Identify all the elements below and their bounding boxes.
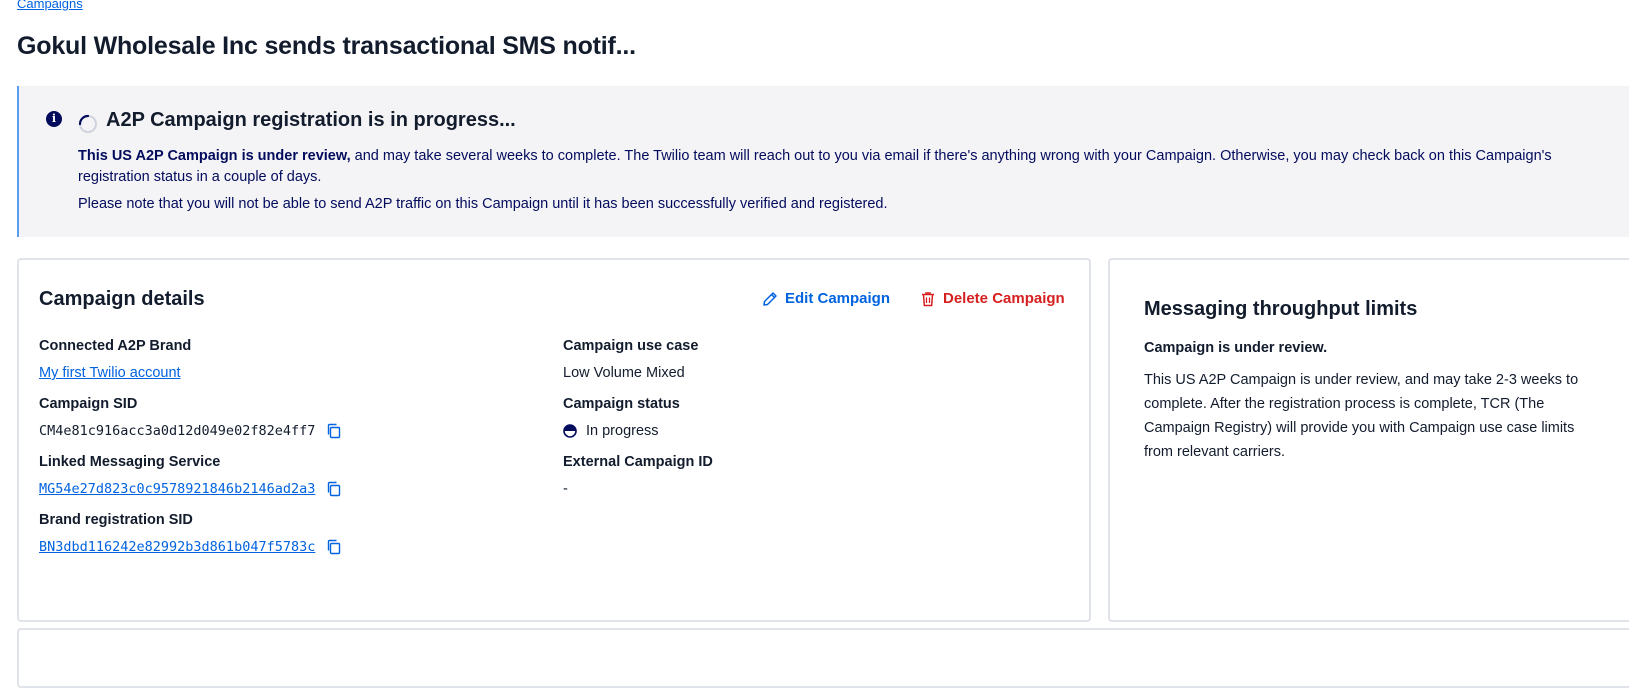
connected-brand-value: My first Twilio account	[39, 365, 181, 381]
campaign-sid-label: Campaign SID	[39, 396, 138, 412]
delete-campaign-label: Delete Campaign	[943, 290, 1065, 307]
delete-campaign-button[interactable]: Delete Campaign	[920, 290, 1065, 307]
brand-registration-sid-label: Brand registration SID	[39, 512, 193, 528]
messaging-service-value: MG54e27d823c0c9578921846b2146ad2a3	[39, 481, 342, 497]
registration-progress-callout: i A2P Campaign registration is in progre…	[17, 86, 1629, 237]
throughput-limits-text: This US A2P Campaign is under review, an…	[1144, 372, 1579, 460]
callout-note: Please note that you will not be able to…	[78, 196, 888, 212]
use-case-label: Campaign use case	[563, 338, 699, 354]
connected-brand-label: Connected A2P Brand	[39, 338, 192, 354]
connected-brand-link[interactable]: My first Twilio account	[39, 365, 181, 381]
breadcrumb-campaigns[interactable]: Campaigns	[17, 0, 83, 11]
next-section-card	[17, 628, 1629, 688]
edit-campaign-button[interactable]: Edit Campaign	[762, 290, 890, 307]
copy-icon[interactable]	[326, 539, 342, 555]
campaign-status-label: Campaign status	[563, 396, 680, 412]
brand-registration-sid-value: BN3dbd116242e82992b3d861b047f5783c	[39, 539, 342, 555]
page-title: Gokul Wholesale Inc sends transactional …	[17, 32, 636, 60]
messaging-service-link[interactable]: MG54e27d823c0c9578921846b2146ad2a3	[39, 481, 315, 497]
campaign-details-card: Campaign details Edit Campaign Delete Ca…	[17, 258, 1091, 622]
external-campaign-id-value: -	[563, 481, 568, 497]
callout-review-paragraph: This US A2P Campaign is under review, an…	[78, 146, 1598, 188]
copy-icon[interactable]	[326, 481, 342, 497]
campaign-details-title: Campaign details	[39, 288, 205, 310]
campaign-sid-value: CM4e81c916acc3a0d12d049e02f82e4ff7	[39, 423, 342, 439]
loading-spinner-icon	[78, 114, 97, 133]
campaign-status-value: In progress	[563, 423, 659, 439]
trash-icon	[922, 291, 934, 306]
campaign-status-text: In progress	[586, 423, 659, 439]
brand-registration-sid-link[interactable]: BN3dbd116242e82992b3d861b047f5783c	[39, 539, 315, 555]
use-case-value: Low Volume Mixed	[563, 365, 685, 381]
callout-bold-text: This US A2P Campaign is under review,	[78, 148, 351, 164]
messaging-service-label: Linked Messaging Service	[39, 454, 221, 470]
external-campaign-id-label: External Campaign ID	[563, 454, 713, 470]
info-icon: i	[46, 111, 62, 127]
callout-body: This US A2P Campaign is under review, an…	[78, 146, 1598, 215]
callout-heading: A2P Campaign registration is in progress…	[106, 109, 516, 131]
in-progress-icon	[563, 424, 577, 438]
throughput-limits-title: Messaging throughput limits	[1144, 298, 1418, 320]
edit-campaign-label: Edit Campaign	[785, 290, 891, 307]
pencil-icon	[763, 291, 777, 306]
copy-icon[interactable]	[326, 423, 342, 439]
throughput-limits-card: Messaging throughput limits Campaign is …	[1108, 258, 1629, 622]
throughput-limits-subtitle: Campaign is under review.	[1144, 340, 1328, 356]
campaign-sid-text: CM4e81c916acc3a0d12d049e02f82e4ff7	[39, 423, 316, 439]
